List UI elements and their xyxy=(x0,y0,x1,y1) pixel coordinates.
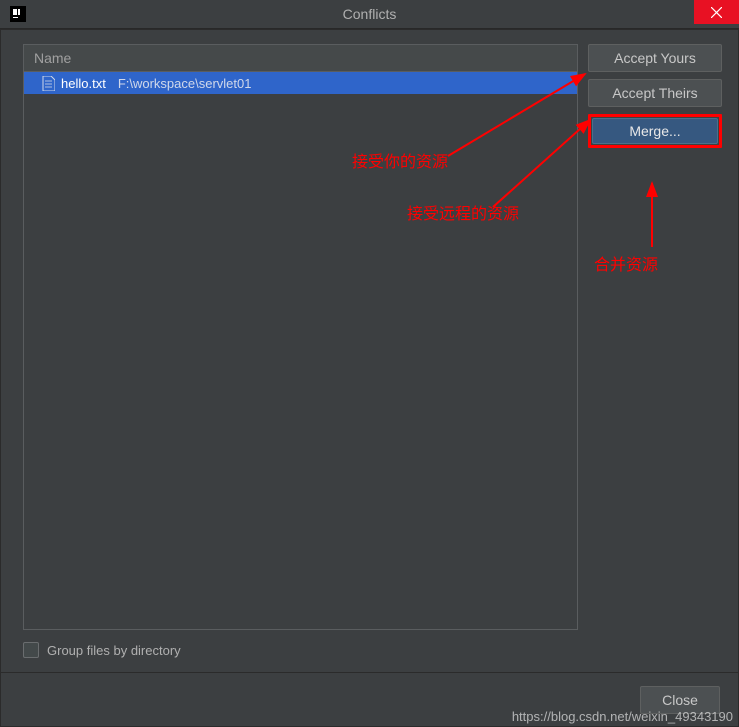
list-header-name[interactable]: Name xyxy=(24,45,577,72)
list-item[interactable]: hello.txt F:\workspace\servlet01 xyxy=(24,72,577,94)
file-name: hello.txt xyxy=(61,76,106,91)
content-area: Name hello.txt F:\workspace\servlet01 xyxy=(1,30,738,672)
merge-button[interactable]: Merge... xyxy=(592,118,718,144)
window-body: Name hello.txt F:\workspace\servlet01 xyxy=(0,29,739,727)
window-title: Conflicts xyxy=(343,6,397,22)
file-icon xyxy=(42,76,55,91)
close-button[interactable]: Close xyxy=(640,686,720,714)
app-icon xyxy=(10,6,26,22)
window-close-button[interactable] xyxy=(694,0,739,24)
conflict-list: Name hello.txt F:\workspace\servlet01 xyxy=(23,44,578,630)
file-path: F:\workspace\servlet01 xyxy=(118,76,252,91)
list-panel: Name hello.txt F:\workspace\servlet01 xyxy=(23,44,578,658)
list-body[interactable]: hello.txt F:\workspace\servlet01 xyxy=(24,72,577,629)
group-checkbox[interactable] xyxy=(23,642,39,658)
titlebar: Conflicts xyxy=(0,0,739,29)
group-checkbox-label: Group files by directory xyxy=(47,643,181,658)
group-checkbox-row[interactable]: Group files by directory xyxy=(23,642,578,658)
action-buttons: Accept Yours Accept Theirs Merge... xyxy=(588,44,722,658)
footer: Close xyxy=(1,672,738,726)
accept-theirs-button[interactable]: Accept Theirs xyxy=(588,79,722,107)
close-icon xyxy=(711,7,722,18)
accept-yours-button[interactable]: Accept Yours xyxy=(588,44,722,72)
merge-highlight-box: Merge... xyxy=(588,114,722,148)
